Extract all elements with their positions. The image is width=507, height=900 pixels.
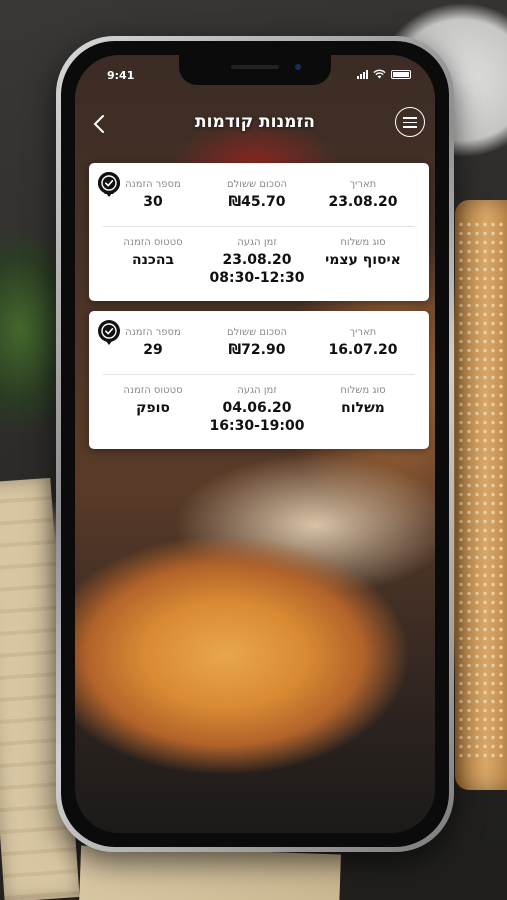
order-date: 16.07.20 [328, 342, 398, 358]
order-number: 30 [143, 194, 163, 210]
arrival-time-label: זמן הגעה [237, 237, 277, 248]
phone-frame: 9:41 הזמנות קודמות תאריך 23.08.20 הסכום … [56, 36, 454, 852]
order-status-label: סטטוס הזמנה [123, 385, 183, 396]
menu-button[interactable] [395, 107, 425, 137]
wifi-icon [373, 69, 386, 79]
order-card[interactable]: תאריך 16.07.20 הסכום ששולם ₪72.90 מספר ה… [89, 311, 429, 449]
earpiece-speaker [231, 65, 279, 69]
order-status: בהכנה [131, 252, 175, 268]
delivery-type: איסוף עצמי [325, 252, 401, 268]
amount-label: הסכום ששולם [226, 179, 288, 190]
date-label: תאריך [349, 327, 377, 338]
order-status-label: סטטוס הזמנה [123, 237, 183, 248]
status-time: 9:41 [107, 69, 135, 82]
delivery-type-label: סוג משלוח [340, 237, 386, 248]
order-number: 29 [143, 342, 163, 358]
order-amount: ₪72.90 [228, 342, 286, 358]
app-screen: 9:41 הזמנות קודמות תאריך 23.08.20 הסכום … [75, 55, 435, 833]
signal-icon [357, 69, 368, 79]
order-date: 23.08.20 [328, 194, 398, 210]
app-header: הזמנות קודמות [75, 99, 435, 155]
sesame-bread [457, 220, 507, 760]
amount-label: הסכום ששולם [226, 327, 288, 338]
delivery-type-label: סוג משלוח [340, 385, 386, 396]
delivery-type: משלוח [341, 400, 385, 416]
order-number-label: מספר הזמנה [125, 179, 181, 190]
status-icons [357, 69, 411, 79]
card-divider [103, 374, 415, 375]
page-title: הזמנות קודמות [195, 112, 315, 132]
order-status: סופק [136, 400, 170, 416]
arrival-window: 08:30-12:30 [209, 270, 305, 286]
arrival-window: 16:30-19:00 [209, 418, 305, 434]
arrival-date: 04.06.20 [222, 400, 292, 416]
date-label: תאריך [349, 179, 377, 190]
card-divider [103, 226, 415, 227]
arrival-date: 23.08.20 [222, 252, 292, 268]
order-card[interactable]: תאריך 23.08.20 הסכום ששולם ₪45.70 מספר ה… [89, 163, 429, 301]
phone-bezel: 9:41 הזמנות קודמות תאריך 23.08.20 הסכום … [61, 41, 449, 847]
phone-notch [179, 55, 331, 85]
battery-icon [391, 69, 411, 79]
arrival-time-label: זמן הגעה [237, 385, 277, 396]
front-camera [295, 64, 301, 70]
newspaper-bottom [79, 845, 341, 900]
order-number-label: מספר הזמנה [125, 327, 181, 338]
order-amount: ₪45.70 [228, 194, 286, 210]
